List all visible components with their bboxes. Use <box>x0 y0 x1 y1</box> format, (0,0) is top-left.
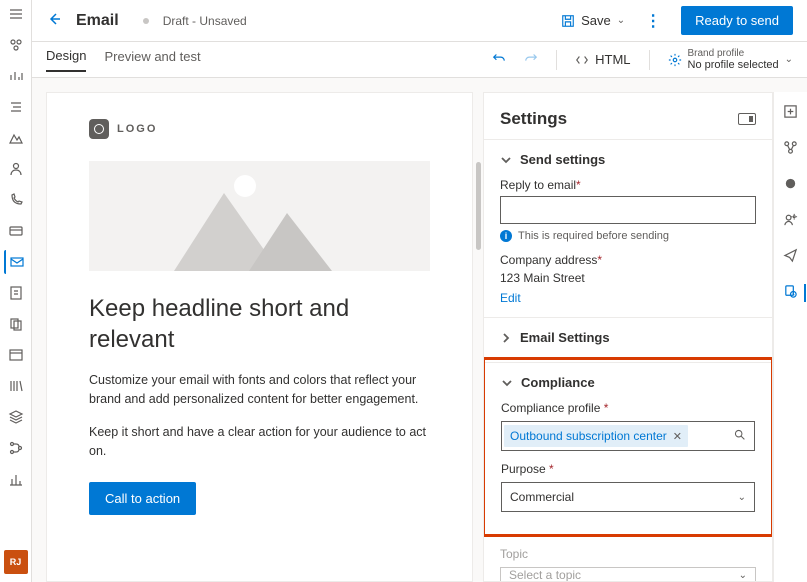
nav-icon-phone[interactable] <box>4 188 28 212</box>
personalize-icon[interactable] <box>783 212 798 230</box>
chevron-down-icon: ⌄ <box>739 570 747 581</box>
hero-image-placeholder[interactable] <box>89 161 430 271</box>
settings-tool-icon[interactable] <box>783 284 806 302</box>
left-nav-rail: RJ <box>0 0 32 582</box>
undo-icon[interactable] <box>492 51 506 68</box>
email-logo: LOGO <box>89 119 430 139</box>
search-icon[interactable] <box>725 428 754 444</box>
chevron-down-icon: ⌄ <box>738 492 746 503</box>
compliance-profile-input[interactable]: Outbound subscription center ✕ <box>501 421 755 451</box>
nav-icon-chart[interactable] <box>4 467 28 491</box>
tab-bar: Design Preview and test HTML Brand profi… <box>32 42 807 78</box>
nav-icon-3[interactable] <box>4 95 28 119</box>
send-settings-header[interactable]: Send settings <box>500 152 756 167</box>
settings-title: Settings <box>500 109 567 129</box>
draft-status: Draft - Unsaved <box>163 14 247 28</box>
nav-icon-4[interactable] <box>4 126 28 150</box>
right-tool-rail <box>773 92 807 582</box>
tab-preview[interactable]: Preview and test <box>104 49 200 71</box>
device-preview-icon[interactable] <box>738 113 756 125</box>
canvas-wrap: LOGO Keep headline short and relevant Cu… <box>32 78 483 582</box>
edit-address-link[interactable]: Edit <box>500 291 521 305</box>
page-header: Email Draft - Unsaved Save ⌄ ⋮ Ready to … <box>32 0 807 42</box>
send-preview-icon[interactable] <box>783 248 798 266</box>
topic-label: Topic <box>484 537 772 561</box>
ready-to-send-button[interactable]: Ready to send <box>681 6 793 35</box>
nav-icon-person[interactable] <box>4 157 28 181</box>
add-element-icon[interactable] <box>783 104 798 122</box>
reply-to-input[interactable] <box>500 196 756 224</box>
save-label: Save <box>581 13 611 28</box>
email-canvas[interactable]: LOGO Keep headline short and relevant Cu… <box>46 92 473 582</box>
email-body-2[interactable]: Keep it short and have a clear action fo… <box>89 423 430 461</box>
canvas-scrollbar[interactable] <box>476 162 481 250</box>
topic-select[interactable]: Select a topic ⌄ <box>500 567 756 582</box>
save-chevron-icon[interactable]: ⌄ <box>617 15 625 26</box>
tab-design[interactable]: Design <box>46 48 86 72</box>
html-button[interactable]: HTML <box>575 52 630 67</box>
nav-icon-form[interactable] <box>4 281 28 305</box>
purpose-label: Purpose * <box>501 462 554 476</box>
status-dot <box>143 18 149 24</box>
more-menu-icon[interactable]: ⋮ <box>639 11 667 31</box>
company-address-value: 123 Main Street <box>500 271 756 285</box>
email-body-1[interactable]: Customize your email with fonts and colo… <box>89 371 430 409</box>
email-settings-section[interactable]: Email Settings <box>484 317 772 357</box>
brand-profile-selector[interactable]: Brand profile No profile selected ⌄ <box>668 48 794 71</box>
redo-icon[interactable] <box>524 51 538 68</box>
nav-icon-mail[interactable] <box>4 250 28 274</box>
save-button[interactable]: Save ⌄ <box>561 13 625 28</box>
nav-icon-copy[interactable] <box>4 312 28 336</box>
back-arrow-icon[interactable] <box>46 11 62 30</box>
nav-icon-window[interactable] <box>4 343 28 367</box>
send-settings-section: Send settings Reply to email* iThis is r… <box>484 139 772 317</box>
chip-remove-icon[interactable]: ✕ <box>673 430 682 443</box>
user-avatar[interactable]: RJ <box>4 550 28 574</box>
nav-icon-layers[interactable] <box>4 405 28 429</box>
main-area: LOGO Keep headline short and relevant Cu… <box>32 78 807 582</box>
compliance-highlight: Compliance Compliance profile * Outbound… <box>483 357 773 537</box>
nav-icon-1[interactable] <box>4 33 28 57</box>
email-headline[interactable]: Keep headline short and relevant <box>89 293 430 355</box>
hamburger-icon[interactable] <box>4 2 28 26</box>
reply-to-label: Reply to email* <box>500 178 581 192</box>
nav-icon-card[interactable] <box>4 219 28 243</box>
compliance-profile-chip[interactable]: Outbound subscription center ✕ <box>504 425 688 447</box>
chevron-down-icon: ⌄ <box>785 54 793 65</box>
company-address-label: Company address* <box>500 253 602 267</box>
compliance-header[interactable]: Compliance <box>501 375 755 390</box>
compliance-profile-label: Compliance profile * <box>501 401 608 415</box>
purpose-select[interactable]: Commercial ⌄ <box>501 482 755 512</box>
nav-icon-branch[interactable] <box>4 436 28 460</box>
page-title: Email <box>76 12 119 30</box>
call-to-action-button[interactable]: Call to action <box>89 482 196 515</box>
sections-icon[interactable] <box>783 140 798 158</box>
theme-icon[interactable] <box>783 176 798 194</box>
settings-panel: Settings Send settings Reply to email* i… <box>483 92 773 582</box>
reply-required-info: iThis is required before sending <box>500 230 756 242</box>
nav-icon-2[interactable] <box>4 64 28 88</box>
nav-icon-library[interactable] <box>4 374 28 398</box>
